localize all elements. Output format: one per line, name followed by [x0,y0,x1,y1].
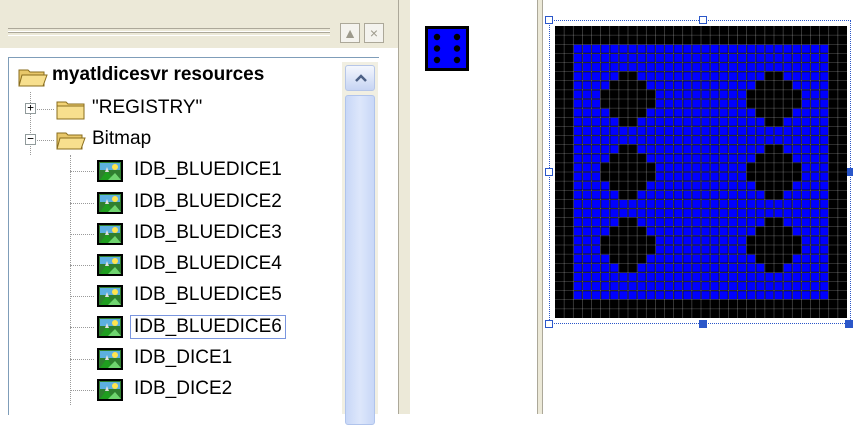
bitmap-icon [96,159,124,183]
tree-item-idb-bluedice5[interactable]: IDB_BLUEDICE5 [0,282,340,312]
tree-item-label: IDB_BLUEDICE2 [134,190,282,212]
tree-item-label: IDB_BLUEDICE3 [134,221,282,243]
tree-connector [70,358,94,360]
die-pip [453,56,461,64]
collapse-minus-icon[interactable]: − [25,133,36,146]
bitmap-icon [96,253,124,277]
folder-closed-icon [56,98,86,120]
tree-item-label: IDB_DICE2 [134,377,233,399]
minimize-pane-button[interactable]: ▲ [340,23,360,43]
resize-handle-bottom-right[interactable] [845,320,853,328]
bitmap-icon [96,284,124,308]
tree-item-label: IDB_BLUEDICE1 [134,159,282,181]
resize-handle-bottom[interactable] [699,320,707,328]
tree-item-label: Bitmap [92,128,152,150]
tree-item-idb-bluedice1[interactable]: IDB_BLUEDICE1 [0,157,340,187]
tree-connector [70,171,94,173]
tree-item-idb-bluedice2[interactable]: IDB_BLUEDICE2 [0,189,340,219]
tree-item-label: IDB_DICE1 [134,346,233,368]
vertical-scrollbar[interactable] [342,62,378,425]
die-pip [453,33,461,41]
chevron-up-icon [355,74,367,82]
tree-connector [70,327,94,329]
gripper-line [8,32,330,36]
tree-connector [70,389,94,391]
tree-item-bitmap[interactable]: − Bitmap [0,126,340,156]
die-pip [433,33,441,41]
tree-root-label: myatldicesvr resources [52,64,265,85]
folder-open-icon [18,66,48,88]
die-pip [433,56,441,64]
bitmap-icon [96,378,124,402]
pane-title-bar: ▲ × [0,0,398,48]
tree-connector [70,202,94,204]
tree-item-idb-bluedice4[interactable]: IDB_BLUEDICE4 [0,251,340,281]
scroll-thumb[interactable] [345,95,375,425]
tree-item-idb-dice2[interactable]: IDB_DICE2 [0,376,340,406]
tree-connector [70,233,94,235]
folder-open-icon [56,129,86,151]
tree-item-label: IDB_BLUEDICE6 [130,315,286,340]
bitmap-icon [96,191,124,215]
tree-item-idb-bluedice3[interactable]: IDB_BLUEDICE3 [0,220,340,250]
tree-item-idb-dice1[interactable]: IDB_DICE1 [0,345,340,375]
tree-item-idb-bluedice6[interactable]: IDB_BLUEDICE6 [0,313,340,343]
resize-handle-left[interactable] [545,168,553,176]
bitmap-icon [96,347,124,371]
die-pip [453,45,461,52]
tree-item-label: "REGISTRY" [92,97,203,118]
tree-connector [70,265,94,266]
tree-root-item[interactable]: myatldicesvr resources [0,62,340,92]
die-face [428,29,466,68]
die-pip [433,45,441,52]
scroll-up-button[interactable] [345,65,375,91]
tree-item-label: IDB_BLUEDICE5 [134,284,282,306]
tree-connector [70,296,94,298]
tree-item-label: IDB_BLUEDICE4 [134,253,282,274]
tree-item-registry[interactable]: + "REGISTRY" [0,95,340,125]
resize-handle-top[interactable] [699,16,707,24]
close-pane-button[interactable]: × [364,23,384,43]
resource-view-pane: ▲ × myatldicesvr resources + "REGISTRY" − Bi… [0,0,398,425]
bitmap-icon [96,315,124,339]
bitmap-pixel-grid[interactable] [555,26,847,318]
bitmap-thumbnail [425,26,469,71]
resize-handle-top-left[interactable] [545,16,553,24]
expand-plus-icon[interactable]: + [25,102,36,114]
bitmap-icon [96,222,124,246]
pane-splitter[interactable] [398,0,410,414]
resize-handle-bottom-left[interactable] [545,320,553,328]
